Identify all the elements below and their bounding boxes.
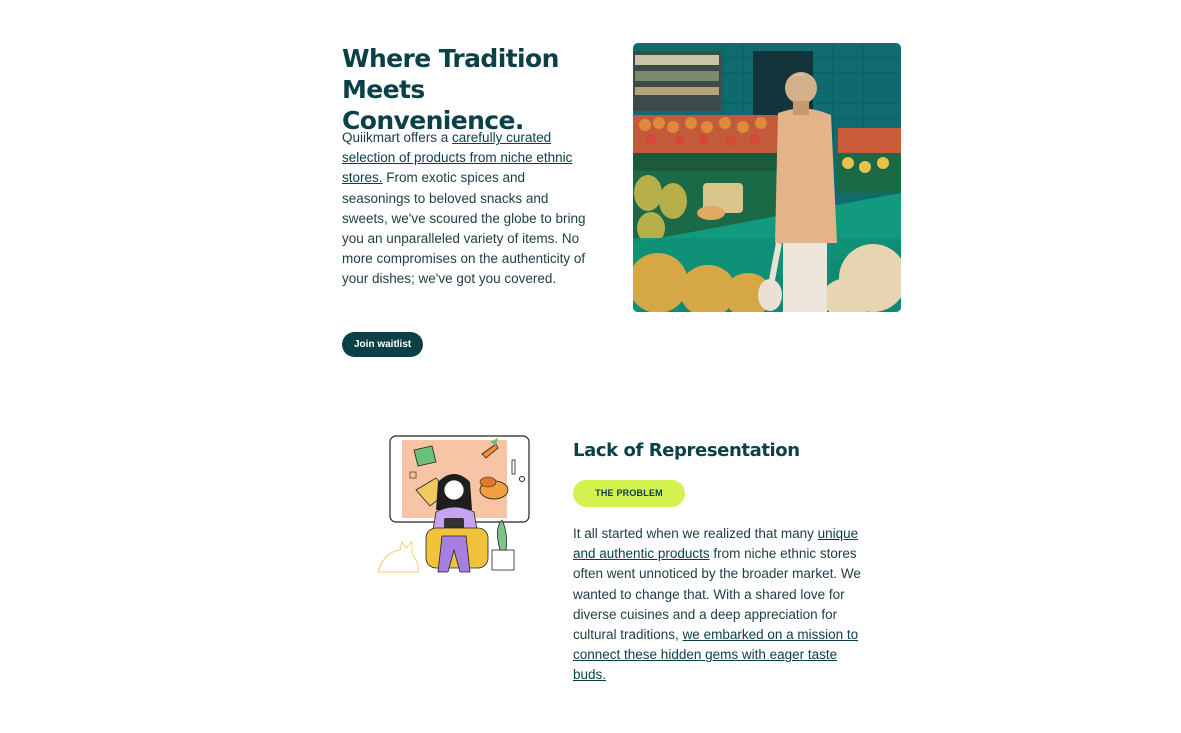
problem-description: It all started when we realized that man…: [573, 524, 873, 686]
tablet-shopper-icon: [377, 435, 530, 573]
hero-text-intro: Quiikmart offers a: [342, 130, 453, 145]
market-photo: [633, 43, 901, 312]
problem-section: Lack of Representation THE PROBLEM It al…: [573, 438, 873, 682]
problem-text-intro: It all started when we realized that man…: [573, 526, 818, 541]
hero-section: Where Tradition Meets Convenience. Quiik…: [342, 40, 902, 370]
hero-title: Where Tradition Meets Convenience.: [342, 44, 559, 135]
market-photo-illustration: [633, 43, 901, 312]
shopping-illustration: [374, 432, 534, 577]
hero-description: Quiikmart offers a carefully curated sel…: [342, 128, 587, 290]
problem-title: Lack of Representation: [573, 440, 800, 461]
problem-badge: THE PROBLEM: [573, 480, 685, 507]
hero-text-rest: From exotic spices and seasonings to bel…: [342, 170, 586, 287]
join-waitlist-button[interactable]: Join waitlist: [342, 332, 424, 357]
